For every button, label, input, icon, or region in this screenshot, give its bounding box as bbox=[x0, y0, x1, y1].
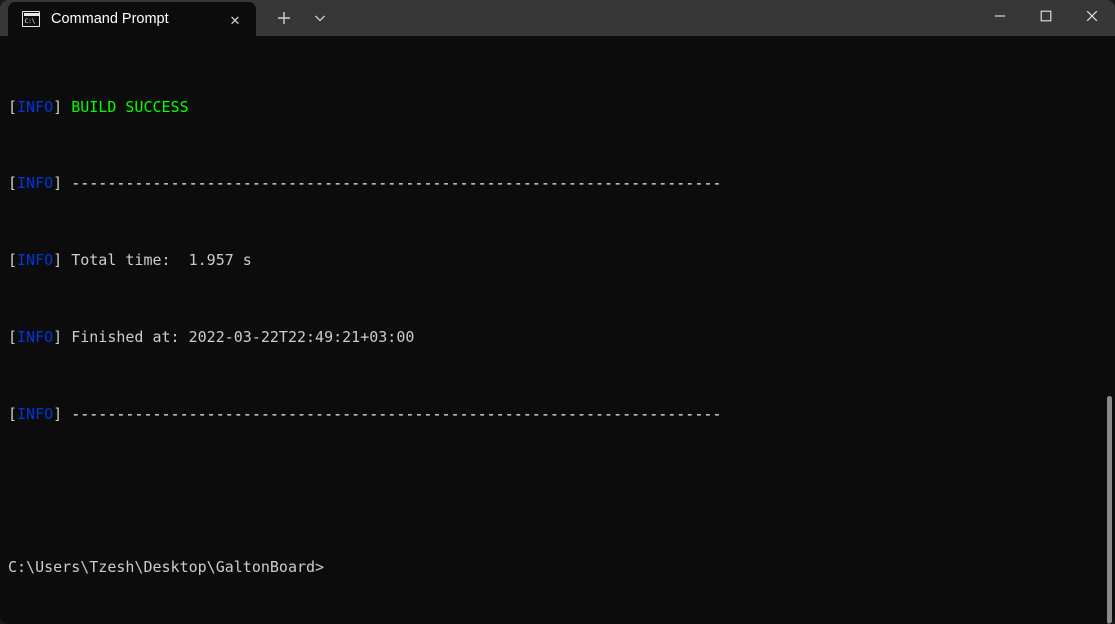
bracket-open: [ bbox=[8, 97, 18, 116]
terminal-output: [INFO] BUILD SUCCESS [INFO] ------------… bbox=[8, 36, 1115, 624]
maximize-button[interactable] bbox=[1023, 0, 1069, 32]
tab-command-prompt[interactable]: C:\ Command Prompt ✕ bbox=[8, 2, 256, 36]
tab-strip: C:\ Command Prompt ✕ bbox=[0, 0, 338, 36]
command-prompt-icon-text: C:\ bbox=[24, 17, 36, 25]
close-tab-icon[interactable]: ✕ bbox=[220, 6, 250, 32]
close-window-button[interactable] bbox=[1069, 0, 1115, 32]
terminal-scrollbar[interactable] bbox=[1105, 36, 1115, 624]
new-tab-button[interactable] bbox=[266, 1, 302, 35]
title-bar: C:\ Command Prompt ✕ bbox=[0, 0, 1115, 36]
terminal-body[interactable]: [INFO] BUILD SUCCESS [INFO] ------------… bbox=[0, 36, 1115, 624]
output-line-finished-at: [INFO] Finished at: 2022-03-22T22:49:21+… bbox=[8, 328, 415, 346]
window-caption-buttons bbox=[977, 0, 1115, 32]
terminal-window: C:\ Command Prompt ✕ [INFO] BUILD SUCCES… bbox=[0, 0, 1115, 624]
tab-title: Command Prompt bbox=[51, 11, 169, 27]
output-line-rule-bottom: [INFO] ---------------------------------… bbox=[8, 404, 722, 423]
tab-dropdown-chevron-down-icon[interactable] bbox=[302, 1, 338, 35]
output-line-build-success: [INFO] BUILD SUCCESS bbox=[8, 98, 1115, 117]
prompt-line-empty: C:\Users\Tzesh\Desktop\GaltonBoard> bbox=[8, 558, 1115, 577]
command-prompt-icon: C:\ bbox=[22, 11, 40, 27]
maven-rule-bottom: ----------------------------------------… bbox=[71, 404, 722, 423]
output-line-rule-top: [INFO] ---------------------------------… bbox=[8, 174, 722, 193]
total-time-text: Total time: 1.957 s bbox=[71, 251, 252, 270]
output-line-total-time: [INFO] Total time: 1.957 s bbox=[8, 251, 252, 270]
scrollbar-thumb[interactable] bbox=[1107, 396, 1112, 624]
prompt-text: C:\Users\Tzesh\Desktop\GaltonBoard> bbox=[8, 558, 325, 577]
bracket-close: ] bbox=[53, 97, 63, 116]
minimize-button[interactable] bbox=[977, 0, 1023, 32]
maven-rule-top: ----------------------------------------… bbox=[71, 174, 722, 193]
build-status: BUILD SUCCESS bbox=[71, 97, 189, 116]
info-label: INFO bbox=[17, 97, 54, 116]
finished-at-text: Finished at: 2022-03-22T22:49:21+03:00 bbox=[71, 328, 415, 346]
